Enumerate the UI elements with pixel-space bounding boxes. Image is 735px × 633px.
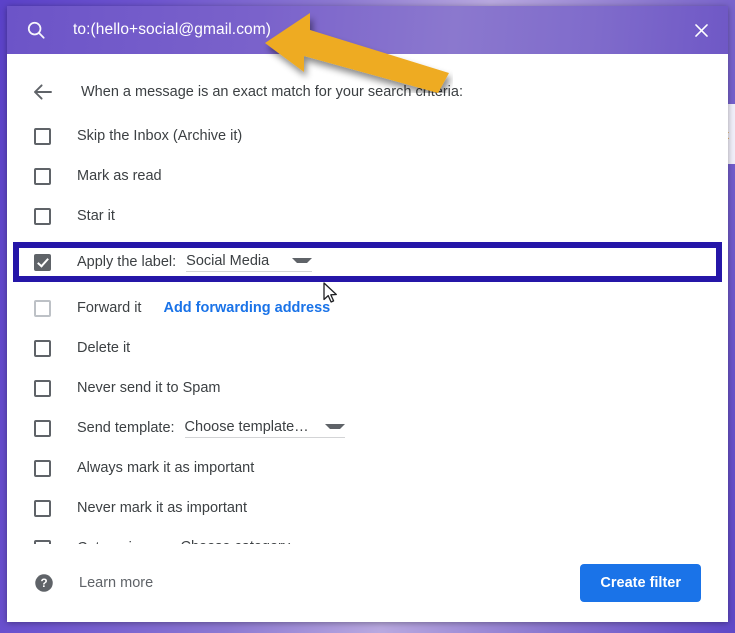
label-always-important: Always mark it as important (77, 460, 255, 476)
learn-more-link[interactable]: ? Learn more (34, 573, 153, 593)
action-row-delete-it[interactable]: Delete it (7, 328, 728, 368)
action-row-always-important[interactable]: Always mark it as important (7, 448, 728, 488)
criteria-header: When a message is an exact match for you… (7, 68, 728, 116)
checkbox-apply-label[interactable] (34, 253, 51, 271)
label-delete-it: Delete it (77, 340, 131, 356)
label-mark-as-read: Mark as read (77, 168, 162, 184)
search-icon[interactable] (25, 19, 47, 41)
svg-text:?: ? (40, 577, 47, 590)
filter-actions-panel: When a message is an exact match for you… (7, 54, 728, 544)
template-select[interactable]: Choose template… (184, 418, 345, 438)
label-send-template: Send template: (77, 420, 175, 436)
help-icon: ? (34, 573, 54, 593)
create-filter-dialog: to:(hello+social@gmail.com) When a messa… (7, 6, 728, 622)
label-select-value: Social Media (186, 252, 270, 269)
checkbox-send-template[interactable] (34, 419, 51, 437)
close-icon[interactable] (688, 17, 714, 43)
template-select-value: Choose template… (184, 418, 309, 435)
label-forward-it: Forward it (77, 300, 142, 316)
chevron-down-icon (292, 258, 313, 263)
learn-more-label: Learn more (79, 575, 154, 591)
action-row-star-it[interactable]: Star it (7, 196, 728, 236)
action-checkbox-list: Skip the Inbox (Archive it) Mark as read… (7, 116, 728, 544)
checkbox-mark-as-read[interactable] (34, 167, 51, 185)
checkbox-always-important[interactable] (34, 459, 51, 477)
label-categorise-as: Categorise as: (77, 540, 171, 544)
label-skip-inbox: Skip the Inbox (Archive it) (77, 128, 243, 144)
category-select-value: Choose category... (181, 539, 302, 545)
action-row-never-important[interactable]: Never mark it as important (7, 488, 728, 528)
action-row-apply-label[interactable]: Apply the label: Social Media (7, 236, 728, 288)
checkbox-star-it[interactable] (34, 207, 51, 225)
label-star-it: Star it (77, 208, 115, 224)
action-row-forward-it[interactable]: Forward it Add forwarding address (7, 288, 728, 328)
page-title: When a message is an exact match for you… (81, 84, 463, 100)
checkbox-never-spam[interactable] (34, 379, 51, 397)
create-filter-button[interactable]: Create filter (580, 564, 701, 602)
checkbox-categorise-as[interactable] (34, 539, 51, 544)
add-forwarding-address-link[interactable]: Add forwarding address (163, 300, 330, 316)
action-row-never-spam[interactable]: Never send it to Spam (7, 368, 728, 408)
action-row-categorise-as[interactable]: Categorise as: Choose category... (7, 528, 728, 544)
action-row-send-template[interactable]: Send template: Choose template… (7, 408, 728, 448)
search-input[interactable]: to:(hello+social@gmail.com) (73, 21, 271, 39)
search-bar: to:(hello+social@gmail.com) (7, 6, 728, 54)
highlighted-action-region: Apply the label: Social Media (7, 236, 728, 288)
checkbox-forward-it[interactable] (34, 299, 51, 317)
checkbox-skip-inbox[interactable] (34, 127, 51, 145)
category-select[interactable]: Choose category... (181, 539, 338, 545)
action-row-skip-inbox[interactable]: Skip the Inbox (Archive it) (7, 116, 728, 156)
checkbox-never-important[interactable] (34, 499, 51, 517)
label-apply-label: Apply the label: (77, 254, 177, 270)
chevron-down-icon (324, 424, 345, 429)
action-row-mark-as-read[interactable]: Mark as read (7, 156, 728, 196)
label-never-spam: Never send it to Spam (77, 380, 221, 396)
back-arrow-icon[interactable] (31, 80, 55, 104)
label-select[interactable]: Social Media (186, 252, 313, 272)
checkbox-delete-it[interactable] (34, 339, 51, 357)
dialog-footer: ? Learn more Create filter (7, 544, 728, 622)
label-never-important: Never mark it as important (77, 500, 248, 516)
